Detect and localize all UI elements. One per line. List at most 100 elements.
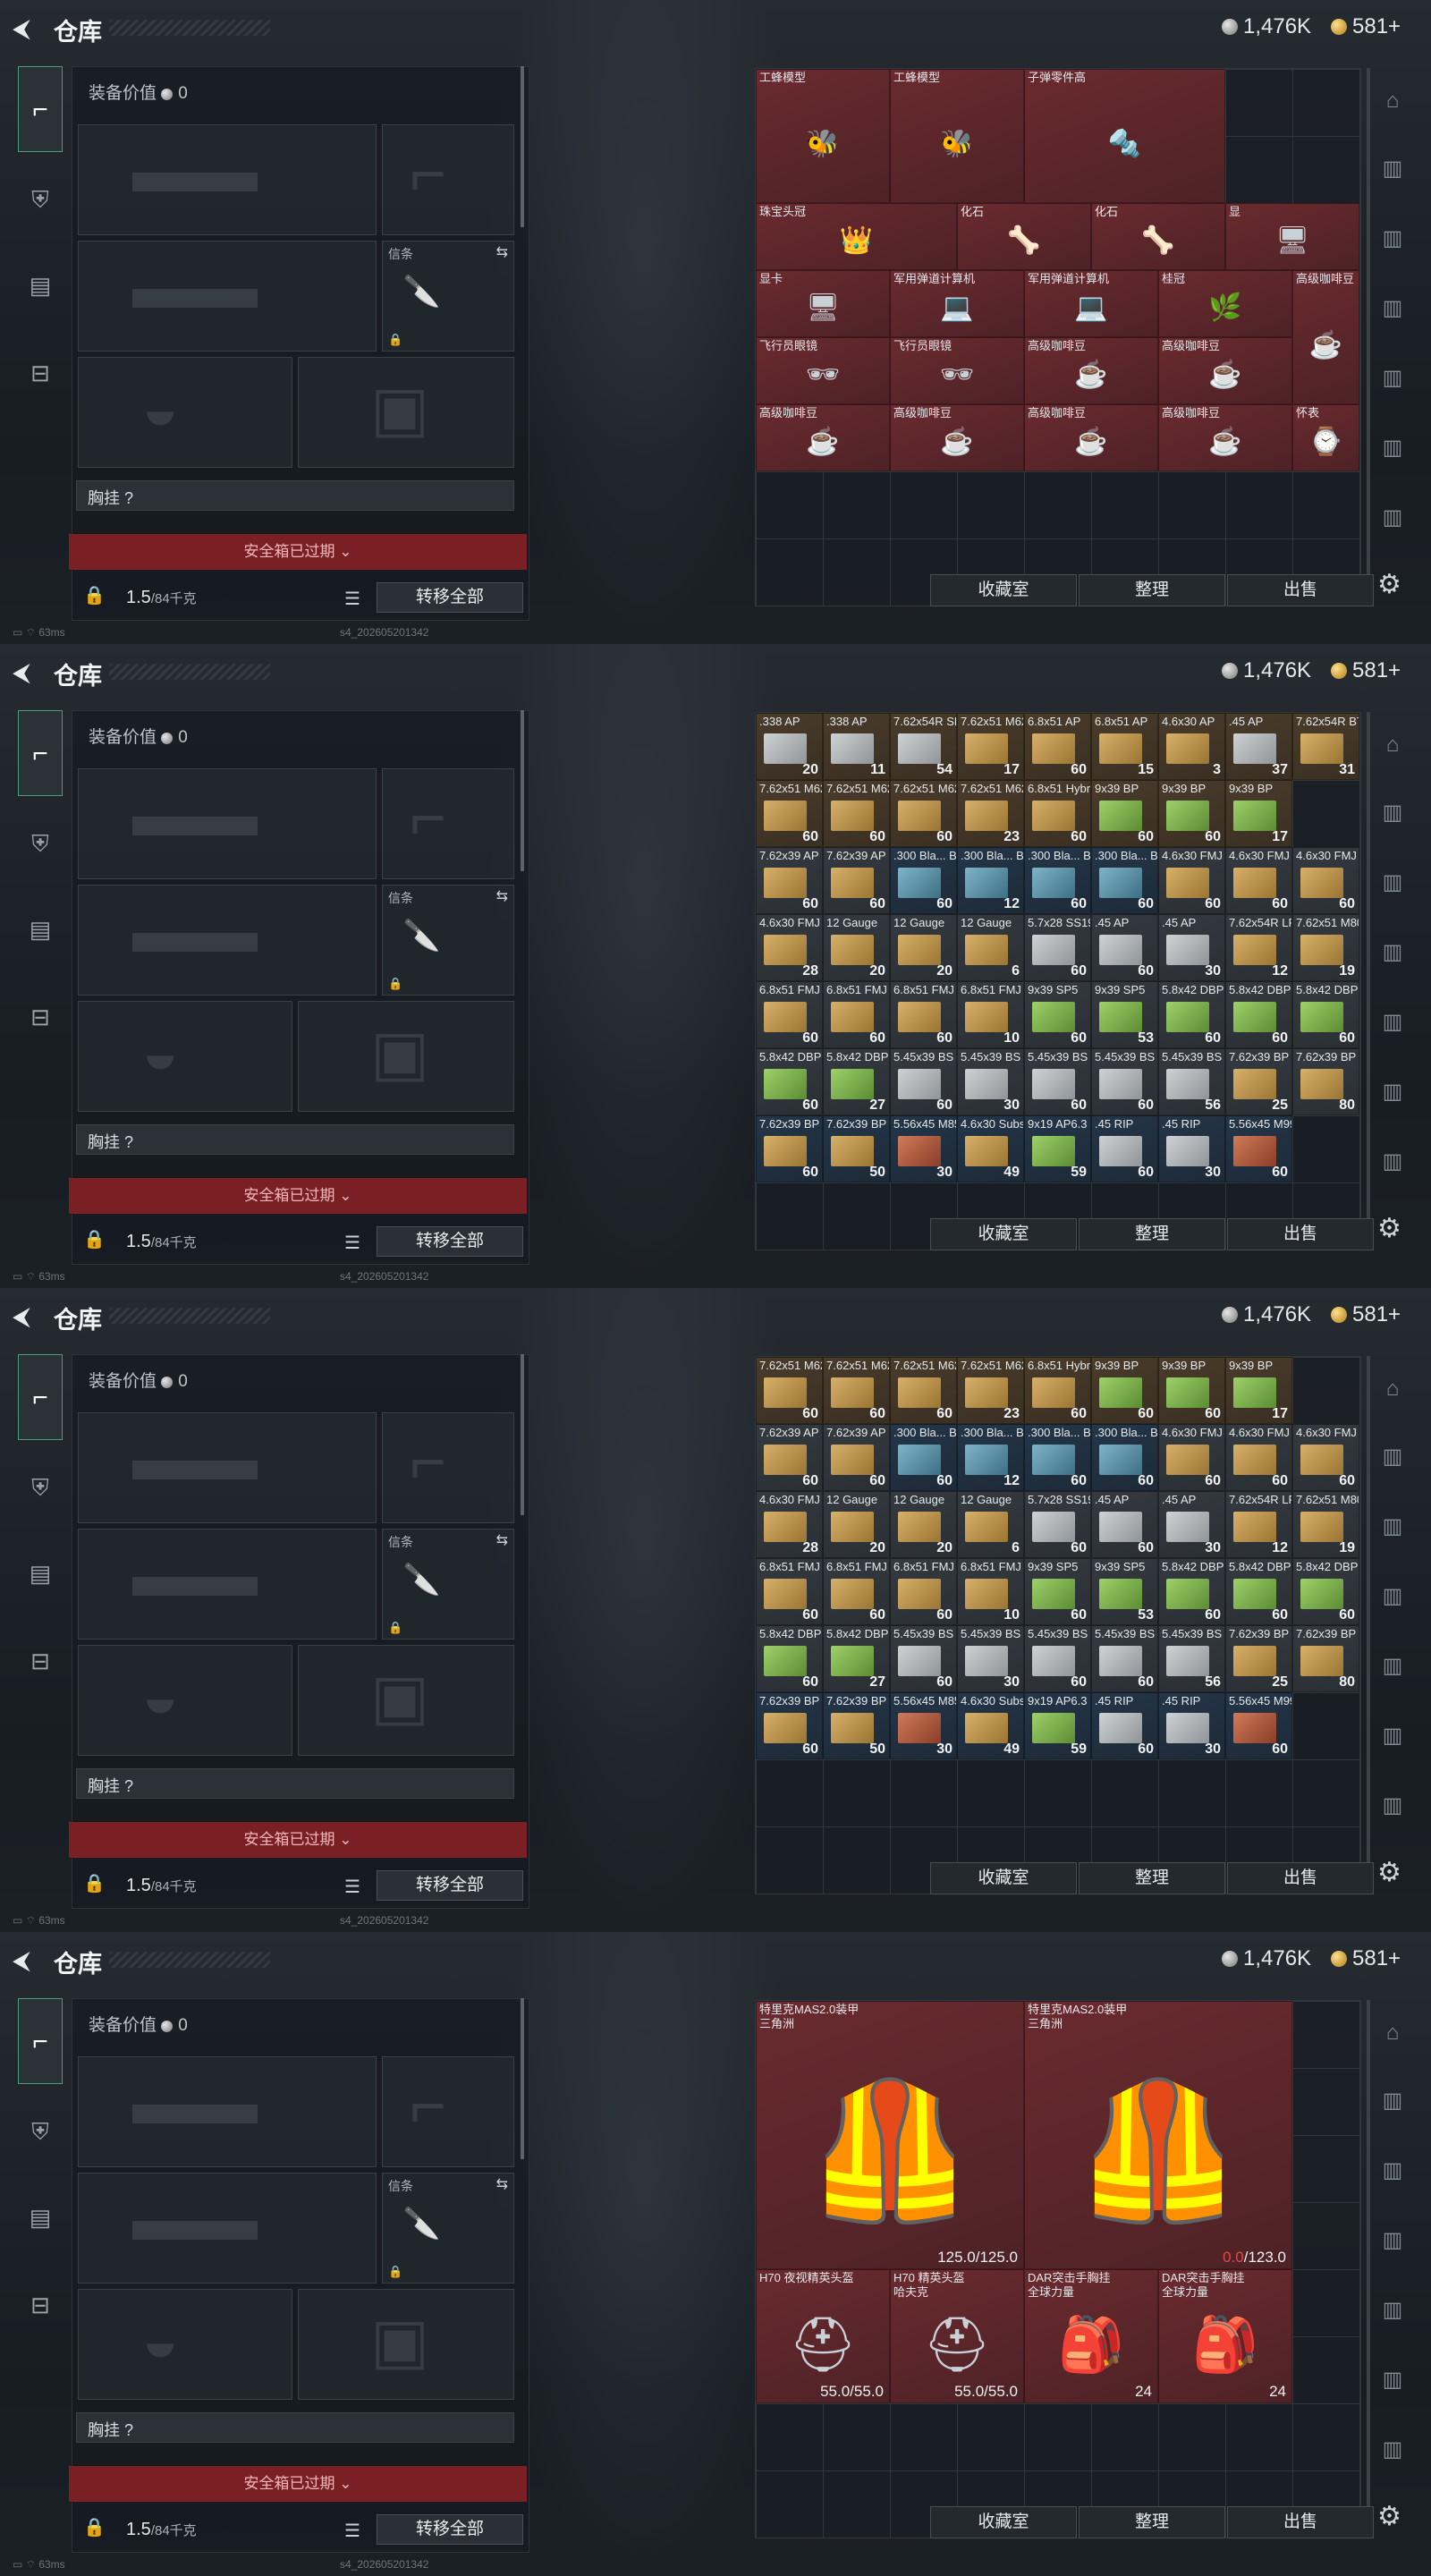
helmet-slot[interactable]: ◒ (78, 357, 292, 468)
rig-tab-icon[interactable]: ▤ (20, 2197, 61, 2238)
inventory-item[interactable]: 12 Gauge 20 (890, 1491, 957, 1558)
weapon-tab-icon[interactable]: ⌐ (18, 710, 63, 796)
storage-tab-2-icon[interactable]: ▥ (1374, 864, 1411, 902)
inventory-item[interactable]: 7.62x51 M62 60 (823, 780, 890, 847)
inventory-item[interactable]: 6.8x51 FMJ 60 (823, 981, 890, 1048)
sort-button[interactable]: 整理 (1079, 2506, 1225, 2538)
inventory-item[interactable]: 5.45x39 BS 60 (1091, 1048, 1158, 1115)
inventory-item[interactable]: ☕ 高级咖啡豆 (1024, 337, 1158, 404)
inventory-item[interactable]: 🎒 DAR突击手胸挂 全球力量 24 (1158, 2269, 1292, 2403)
storage-tab-6-icon[interactable]: ▥ (1374, 499, 1411, 537)
storage-tab-5-icon[interactable]: ▥ (1374, 429, 1411, 467)
safe-box-expired-banner[interactable]: 安全箱已过期 ⌄ (69, 534, 527, 570)
inventory-item[interactable]: 💻 军用弹道计算机 (890, 270, 1024, 337)
secondary-weapon-slot[interactable]: ▬▬ (78, 241, 377, 352)
inventory-item[interactable]: 7.62x39 BP 50 (823, 1692, 890, 1759)
inventory-item[interactable]: 9x39 BP 17 (1225, 780, 1292, 847)
storage-tab-6-icon[interactable]: ▥ (1374, 2431, 1411, 2469)
inventory-item[interactable]: .45 AP 30 (1158, 914, 1225, 981)
inventory-item[interactable]: ☕ 高级咖啡豆 (1024, 404, 1158, 471)
inventory-item[interactable]: 7.62x39 AP 60 (756, 1424, 823, 1491)
rig-tab-icon[interactable]: ▤ (20, 909, 61, 950)
weapon-tab-icon[interactable]: ⌐ (18, 66, 63, 152)
inventory-item[interactable]: 7.62x39 AP 60 (823, 1424, 890, 1491)
inventory-item[interactable]: 🌿 桂冠 (1158, 270, 1292, 337)
inventory-item[interactable]: 7.62x39 BP 25 (1225, 1625, 1292, 1692)
gold-currency[interactable]: 581+ (1331, 1946, 1401, 1971)
sell-button[interactable]: 出售 (1227, 2506, 1374, 2538)
inventory-item[interactable]: 5.56x45 M995 60 (1225, 1692, 1292, 1759)
inventory-item[interactable]: 💻 军用弹道计算机 (1024, 270, 1158, 337)
gear-icon[interactable]: ⚙ (1377, 2501, 1401, 2532)
inventory-item[interactable]: 7.62x54R BT 31 (1292, 713, 1359, 780)
gold-currency[interactable]: 581+ (1331, 14, 1401, 39)
pistol-slot[interactable]: ⌐ (382, 768, 514, 879)
inventory-item[interactable]: 5.7x28 SS190 60 (1024, 914, 1091, 981)
inventory-item[interactable]: 7.62x39 AP 60 (756, 847, 823, 914)
inventory-item[interactable]: 7.62x51 M62 23 (957, 1357, 1024, 1424)
inventory-item[interactable]: 5.45x39 BS 60 (1024, 1625, 1091, 1692)
list-icon[interactable]: ☰ (344, 1876, 360, 1898)
inventory-item[interactable]: 7.62x39 BP 50 (823, 1115, 890, 1182)
inventory-item[interactable]: ☕ 高级咖啡豆 (1158, 404, 1292, 471)
inventory-item[interactable]: 5.45x39 BS 60 (890, 1625, 957, 1692)
inventory-item[interactable]: 6.8x51 FMJ 60 (756, 1558, 823, 1625)
inventory-item[interactable]: 5.45x39 BS 56 (1158, 1625, 1225, 1692)
inventory-item[interactable]: 7.62x39 BP 60 (756, 1115, 823, 1182)
inventory-item[interactable]: .45 RIP 60 (1091, 1115, 1158, 1182)
inventory-item[interactable]: 9x39 SP5 60 (1024, 981, 1091, 1048)
chest-rig-bar[interactable]: 胸挂 ? (76, 480, 514, 511)
right-nav-scrollbar[interactable] (1367, 712, 1370, 1249)
inventory-item[interactable]: 5.8x42 DBP10 27 (823, 1048, 890, 1115)
inventory-item[interactable]: 5.45x39 BS 56 (1158, 1048, 1225, 1115)
inventory-item[interactable]: 9x19 AP6.3 59 (1024, 1692, 1091, 1759)
inventory-item[interactable]: 6.8x51 FMJ 10 (957, 981, 1024, 1048)
inventory-item[interactable]: 5.8x42 DBP10 60 (1225, 981, 1292, 1048)
inventory-item[interactable]: ☕ 高级咖啡豆 (1158, 337, 1292, 404)
storage-tab-6-icon[interactable]: ▥ (1374, 1143, 1411, 1181)
pistol-slot[interactable]: ⌐ (382, 1412, 514, 1523)
secondary-weapon-slot[interactable]: ▬▬ (78, 1529, 377, 1640)
armor-tab-icon[interactable]: ⛨ (20, 823, 61, 864)
inventory-item[interactable]: 4.6x30 FMJ 60 (1225, 847, 1292, 914)
inventory-item[interactable]: 7.62x54R SNB 54 (890, 713, 957, 780)
inventory-item[interactable]: 5.7x28 SS190 60 (1024, 1491, 1091, 1558)
inventory-item[interactable]: 6.8x51 Hybrid 60 (1024, 1357, 1091, 1424)
inventory-item[interactable]: .45 RIP 60 (1091, 1692, 1158, 1759)
knife-slot[interactable]: 信条 ⇆ 🔪 🔒 (382, 1529, 514, 1640)
loadout-scrollbar[interactable] (521, 66, 524, 227)
inventory-item[interactable]: 5.8x42 DBP10 60 (1225, 1558, 1292, 1625)
inventory-item[interactable]: .300 Bla... BCP FMJ 12 (957, 1424, 1024, 1491)
collection-room-button[interactable]: 收藏室 (930, 574, 1077, 606)
inventory-item[interactable]: .300 Bla... BCP FMJ 60 (890, 847, 957, 914)
inventory-item[interactable]: .338 AP 20 (756, 713, 823, 780)
inventory-item[interactable]: .300 Bla... BCP FMJ 12 (957, 847, 1024, 914)
inventory-item[interactable]: 6.8x51 AP 60 (1024, 713, 1091, 780)
list-icon[interactable]: ☰ (344, 1232, 360, 1254)
knife-slot[interactable]: 信条 ⇆ 🔪 🔒 (382, 2173, 514, 2284)
back-arrow-icon[interactable]: ⮜ (13, 1302, 41, 1331)
inventory-item[interactable]: 🦴 化石 (957, 203, 1091, 270)
storage-tab-1-icon[interactable]: ▥ (1374, 794, 1411, 832)
inventory-item[interactable]: 12 Gauge 6 (957, 914, 1024, 981)
armor-slot[interactable]: ▣ (298, 1645, 514, 1756)
inventory-item[interactable]: 7.62x39 AP 60 (823, 847, 890, 914)
inventory-item[interactable]: 4.6x30 FMJ 60 (1158, 847, 1225, 914)
storage-tab-5-icon[interactable]: ▥ (1374, 1073, 1411, 1111)
inventory-item[interactable]: ⌚ 怀表 (1292, 404, 1359, 471)
storage-tab-4-icon[interactable]: ▥ (1374, 2292, 1411, 2329)
inventory-item[interactable]: 12 Gauge 20 (890, 914, 957, 981)
inventory-item[interactable]: 7.62x51 M62 60 (756, 1357, 823, 1424)
inventory-item[interactable]: 9x19 AP6.3 59 (1024, 1115, 1091, 1182)
inventory-item[interactable]: 4.6x30 FMJ 28 (756, 1491, 823, 1558)
inventory-item[interactable]: 9x39 SP5 60 (1024, 1558, 1091, 1625)
storage-tab-6-icon[interactable]: ▥ (1374, 1787, 1411, 1825)
loadout-scrollbar[interactable] (521, 1354, 524, 1515)
inventory-item[interactable]: 👑 珠宝头冠 (756, 203, 957, 270)
vault-tab-icon[interactable]: ⌂ (1374, 726, 1411, 764)
inventory-item[interactable]: .338 AP 11 (823, 713, 890, 780)
inventory-item[interactable]: 5.45x39 BS 60 (890, 1048, 957, 1115)
collection-room-button[interactable]: 收藏室 (930, 1218, 1077, 1250)
swap-icon[interactable]: ⇆ (496, 2175, 508, 2193)
storage-tab-1-icon[interactable]: ▥ (1374, 2082, 1411, 2120)
